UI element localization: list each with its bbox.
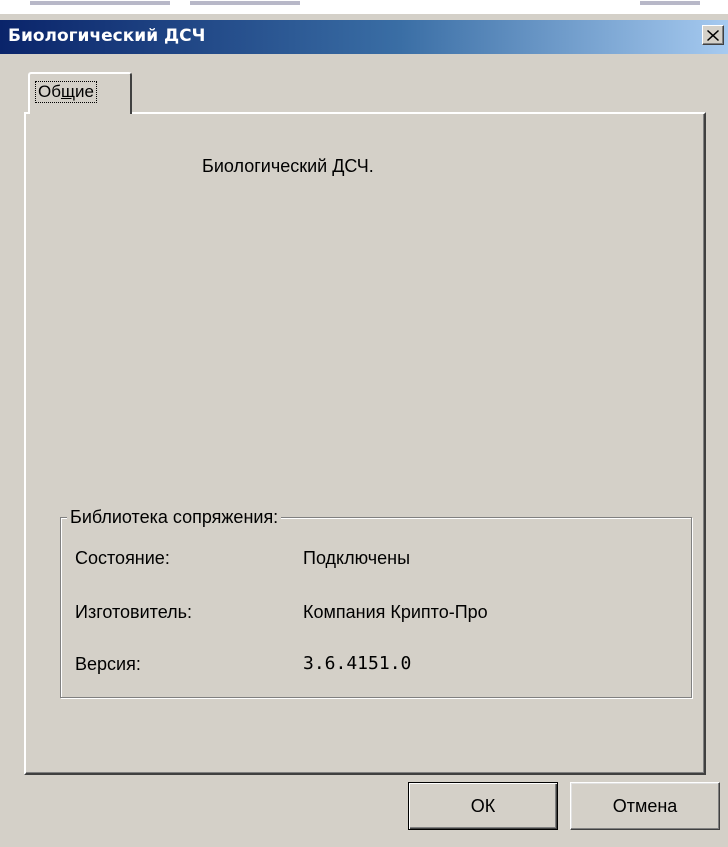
tab-general[interactable]: Общие: [28, 72, 132, 114]
tab-general-label: Общие: [35, 81, 97, 103]
cancel-button[interactable]: Отмена: [570, 782, 720, 830]
close-icon: [707, 29, 719, 41]
manufacturer-value: Компания Крипто-Про: [303, 602, 488, 622]
background-text-fragment: [30, 1, 170, 5]
background-text-fragment: [640, 1, 700, 5]
background-strip: [0, 0, 728, 14]
window-title: Биологический ДСЧ: [8, 26, 206, 46]
provider-description: Биологический ДСЧ.: [202, 156, 374, 176]
background-text-fragment: [190, 1, 300, 5]
tab-panel-general: Биологический ДСЧ. Библиотека сопряжения…: [24, 112, 706, 775]
manufacturer-label: Изготовитель:: [75, 602, 192, 622]
title-bar[interactable]: Биологический ДСЧ: [0, 20, 728, 54]
version-value: 3.6.4151.0: [303, 653, 412, 674]
ok-button[interactable]: ОК: [408, 782, 558, 830]
group-legend: Библиотека сопряжения:: [67, 505, 282, 529]
status-value: Подключены: [303, 548, 411, 568]
interface-library-group: Библиотека сопряжения: Состояние: Подклю…: [60, 505, 692, 698]
version-label: Версия:: [75, 654, 141, 674]
status-label: Состояние:: [75, 548, 170, 568]
close-button[interactable]: [702, 25, 724, 45]
properties-dialog: Биологический ДСЧ Общие Биологический ДС…: [0, 14, 728, 847]
